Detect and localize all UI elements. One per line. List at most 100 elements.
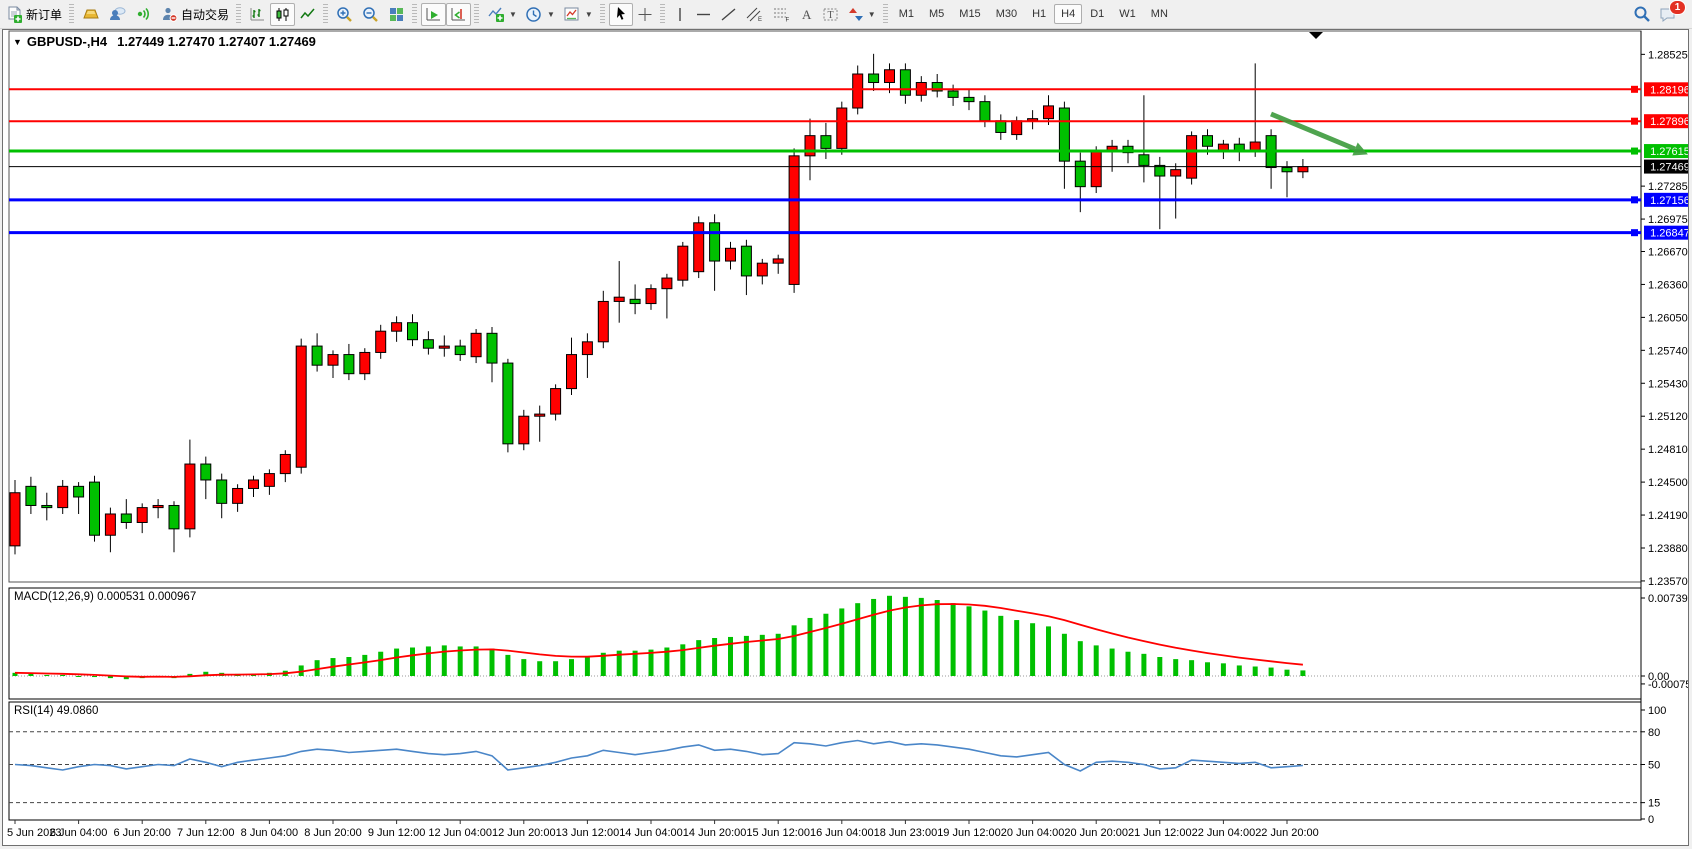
auto-trading-label: 自动交易: [181, 6, 229, 23]
timeframe-MN[interactable]: MN: [1144, 4, 1175, 24]
timeframe-M15[interactable]: M15: [952, 4, 987, 24]
svg-text:0: 0: [1648, 814, 1654, 826]
vertical-line-button[interactable]: [669, 3, 691, 26]
bar-chart-button[interactable]: [245, 3, 270, 26]
svg-text:13 Jun 12:00: 13 Jun 12:00: [556, 827, 620, 839]
chart-title: ▼GBPUSD-,H41.27449 1.27470 1.27407 1.274…: [13, 34, 316, 49]
timeframe-H1[interactable]: H1: [1025, 4, 1053, 24]
horizontal-line-icon: [695, 6, 712, 23]
chart-shift-button[interactable]: [446, 3, 471, 26]
text-button[interactable]: A: [795, 3, 818, 26]
text-label-button[interactable]: T: [818, 3, 844, 26]
svg-text:22 Jun 20:00: 22 Jun 20:00: [1255, 827, 1319, 839]
candlestick-button[interactable]: [270, 3, 295, 26]
zoom-out-button[interactable]: [358, 3, 384, 26]
arrows-button[interactable]: ▼: [844, 3, 880, 26]
new-order-label: 新订单: [26, 6, 62, 23]
zoom-in-button[interactable]: [332, 3, 358, 26]
vertical-line-icon: [673, 6, 687, 23]
svg-text:1.28525: 1.28525: [1648, 49, 1688, 61]
timeframe-group: M1M5M15M30H1H4D1W1MN: [892, 4, 1175, 24]
svg-text:19 Jun 12:00: 19 Jun 12:00: [937, 827, 1001, 839]
chart-window[interactable]: 1.281961.278961.276151.271561.268471.274…: [2, 29, 1689, 846]
svg-text:12 Jun 20:00: 12 Jun 20:00: [492, 827, 556, 839]
timeframe-M30[interactable]: M30: [989, 4, 1024, 24]
chart-symbol-period: GBPUSD-,H4: [27, 34, 107, 49]
new-order-button[interactable]: 新订单: [2, 3, 66, 26]
annotations-layer: [1271, 32, 1368, 155]
chevron-down-icon: ▼: [509, 10, 517, 19]
svg-text:1.26670: 1.26670: [1648, 246, 1688, 258]
signals-button[interactable]: [130, 3, 156, 26]
periods-button[interactable]: ▼: [521, 3, 559, 26]
cursor-button[interactable]: [609, 3, 633, 26]
profile-icon: [108, 6, 126, 22]
market-button[interactable]: [78, 3, 104, 26]
fibonacci-button[interactable]: F: [768, 3, 795, 26]
chart-shift-marker[interactable]: [1309, 32, 1323, 39]
bar-chart-icon: [249, 6, 266, 23]
chevron-down-icon: ▼: [547, 10, 555, 19]
new-order-icon: [6, 6, 23, 23]
equidistant-channel-button[interactable]: E: [741, 3, 768, 26]
auto-scroll-button[interactable]: [421, 3, 446, 26]
svg-text:21 Jun 12:00: 21 Jun 12:00: [1128, 827, 1192, 839]
svg-text:1.28196: 1.28196: [1650, 84, 1688, 96]
search-icon[interactable]: [1633, 5, 1651, 23]
notification-badge: 1: [1669, 0, 1686, 15]
macd-indicator-label: MACD(12,26,9) 0.000531 0.000967: [14, 591, 196, 603]
svg-text:1.24500: 1.24500: [1648, 477, 1688, 489]
auto-scroll-icon: [425, 6, 442, 23]
svg-text:14 Jun 20:00: 14 Jun 20:00: [683, 827, 747, 839]
svg-text:1.26847: 1.26847: [1650, 228, 1688, 240]
svg-text:8 Jun 20:00: 8 Jun 20:00: [304, 827, 362, 839]
candlestick-icon: [274, 6, 291, 23]
line-chart-button[interactable]: [295, 3, 320, 26]
fibonacci-icon: F: [772, 6, 791, 23]
svg-text:14 Jun 04:00: 14 Jun 04:00: [619, 827, 683, 839]
timeframe-M1[interactable]: M1: [892, 4, 921, 24]
svg-text:100: 100: [1648, 705, 1666, 717]
toolbar-grip: [69, 4, 74, 24]
profile-button[interactable]: [104, 3, 130, 26]
svg-text:6 Jun 20:00: 6 Jun 20:00: [113, 827, 171, 839]
chart-canvas[interactable]: 1.281961.278961.276151.271561.268471.274…: [3, 30, 1688, 845]
notifications-button[interactable]: 1: [1659, 6, 1678, 23]
timeframe-W1[interactable]: W1: [1112, 4, 1143, 24]
rsi-panel: 1008050150: [9, 705, 1666, 826]
timeframe-D1[interactable]: D1: [1083, 4, 1111, 24]
toolbar-grip: [600, 4, 605, 24]
rsi-indicator-label: RSI(14) 49.0860: [14, 705, 98, 717]
svg-text:20 Jun 04:00: 20 Jun 04:00: [1001, 827, 1065, 839]
crosshair-icon: [637, 6, 653, 23]
svg-text:1.25430: 1.25430: [1648, 378, 1688, 390]
cursor-icon: [613, 6, 629, 23]
templates-button[interactable]: ▼: [559, 3, 597, 26]
svg-text:20 Jun 20:00: 20 Jun 20:00: [1064, 827, 1128, 839]
trend-arrow[interactable]: [1271, 114, 1355, 149]
toolbar: 新订单 自动交易: [0, 0, 1692, 29]
timeframe-H4[interactable]: H4: [1054, 4, 1082, 24]
chart-shift-icon: [450, 6, 467, 23]
horizontal-line-button[interactable]: [691, 3, 716, 26]
indicators-icon: [487, 6, 505, 23]
svg-text:6 Jun 04:00: 6 Jun 04:00: [50, 827, 108, 839]
crosshair-button[interactable]: [633, 3, 657, 26]
indicators-button[interactable]: ▼: [483, 3, 521, 26]
chart-menu-icon[interactable]: ▼: [13, 37, 22, 47]
trendline-button[interactable]: [716, 3, 741, 26]
toolbar-grip: [236, 4, 241, 24]
signals-icon: [134, 6, 152, 22]
toolbar-grip: [883, 4, 888, 24]
toolbar-right: 1: [1633, 5, 1690, 23]
svg-text:50: 50: [1648, 760, 1660, 772]
timeframe-M5[interactable]: M5: [922, 4, 951, 24]
tile-windows-button[interactable]: [384, 3, 409, 26]
market-gold-icon: [82, 6, 100, 22]
svg-text:1.25120: 1.25120: [1648, 411, 1688, 423]
svg-text:1.24190: 1.24190: [1648, 510, 1688, 522]
svg-text:18 Jun 23:00: 18 Jun 23:00: [874, 827, 938, 839]
panel-borders: [9, 31, 1641, 820]
svg-text:15 Jun 12:00: 15 Jun 12:00: [746, 827, 810, 839]
auto-trading-button[interactable]: 自动交易: [156, 3, 233, 26]
